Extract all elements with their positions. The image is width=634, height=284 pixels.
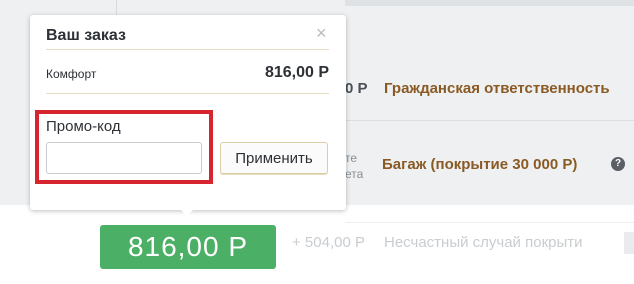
- option-price-faded: + 504,00 Р: [292, 234, 365, 251]
- row-divider: [345, 222, 634, 223]
- row-divider: [345, 120, 634, 121]
- order-popup: Ваш заказ × Комфорт 816,00 Р Промо-код П…: [30, 15, 346, 210]
- close-icon[interactable]: ×: [316, 23, 327, 44]
- side-text: ета: [345, 167, 364, 181]
- popup-arrow: [178, 207, 196, 216]
- total-price-button[interactable]: 816,00 Р: [100, 225, 276, 269]
- option-link-baggage[interactable]: Багаж (покрытие 30 000 Р): [382, 156, 577, 173]
- scroll-edge: [624, 232, 634, 254]
- option-link-accident[interactable]: Несчастный случай покрыти: [384, 234, 583, 251]
- option-price: 0 Р: [345, 80, 368, 97]
- option-link-civil-liability[interactable]: Гражданская ответственность: [384, 80, 610, 97]
- popup-title: Ваш заказ: [46, 27, 126, 44]
- promo-code-input[interactable]: [46, 142, 202, 174]
- question-icon[interactable]: ?: [611, 157, 625, 171]
- popup-divider: [46, 93, 329, 94]
- order-item-name: Комфорт: [46, 67, 97, 81]
- order-item-price: 816,00 Р: [264, 64, 329, 81]
- popup-divider: [46, 49, 329, 50]
- apply-promo-button[interactable]: Применить: [220, 142, 328, 174]
- promo-code-label: Промо-код: [46, 118, 121, 135]
- side-text: те: [345, 151, 358, 165]
- top-cut-row: [345, 0, 634, 6]
